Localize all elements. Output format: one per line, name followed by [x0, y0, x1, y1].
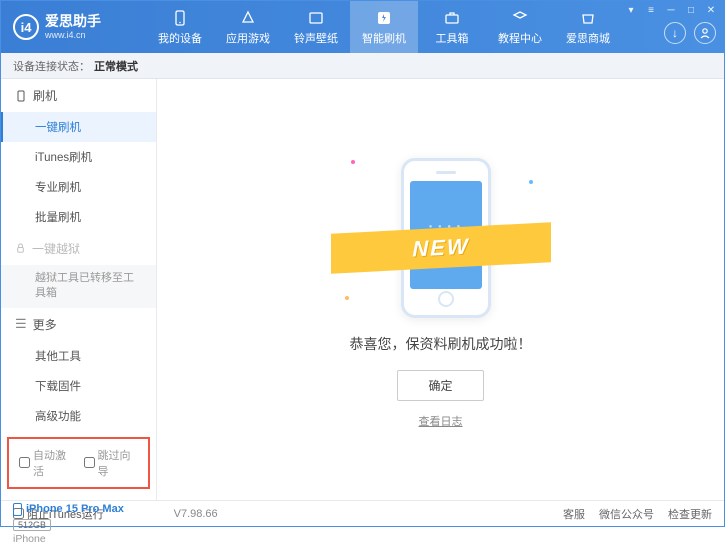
device-type: iPhone [13, 533, 144, 545]
menu-icon[interactable]: ≡ [644, 5, 658, 16]
more-icon: ☰ [15, 316, 27, 332]
app-header: ▾ ≡ ─ □ ✕ i4 爱思助手 www.i4.cn 我的设备 应用游戏 铃声… [1, 1, 724, 53]
sidebar-section-jailbreak[interactable]: 一键越狱 [1, 232, 156, 265]
nav-tutorials[interactable]: 教程中心 [486, 1, 554, 53]
body: 刷机 一键刷机 iTunes刷机 专业刷机 批量刷机 一键越狱 越狱工具已转移至… [1, 79, 724, 500]
section-label: 一键越狱 [32, 240, 80, 257]
success-illustration: ● ● ● ● ● ● ● ● NEW [341, 150, 541, 320]
nav-wallpaper[interactable]: 铃声壁纸 [282, 1, 350, 53]
device-storage: 512GB [13, 519, 51, 531]
cart-icon[interactable]: ▾ [624, 5, 638, 16]
sidebar-item-oneclick[interactable]: 一键刷机 [1, 112, 156, 142]
status-label: 设备连接状态： [13, 58, 90, 74]
main-content: ● ● ● ● ● ● ● ● NEW 恭喜您，保资料刷机成功啦！ 确定 查看日… [157, 79, 724, 500]
sidebar-item-advanced[interactable]: 高级功能 [1, 401, 156, 431]
phone-icon [13, 503, 22, 516]
logo[interactable]: i4 爱思助手 www.i4.cn [1, 14, 146, 40]
auto-activate-checkbox[interactable]: 自动激活 [19, 447, 74, 479]
new-banner: NEW [331, 222, 551, 274]
footer-support[interactable]: 客服 [563, 506, 585, 522]
app-url: www.i4.cn [45, 30, 101, 40]
nav-label: 铃声壁纸 [294, 30, 338, 46]
version-label: V7.98.66 [174, 508, 218, 520]
checkbox-input[interactable] [84, 457, 95, 468]
phone-icon [15, 90, 27, 102]
checkbox-input[interactable] [19, 457, 30, 468]
device-info[interactable]: iPhone 15 Pro Max 512GB iPhone [1, 495, 156, 553]
nav-toolbox[interactable]: 工具箱 [418, 1, 486, 53]
sidebar-item-firmware[interactable]: 下载固件 [1, 371, 156, 401]
jailbreak-note: 越狱工具已转移至工具箱 [1, 265, 156, 308]
nav-label: 我的设备 [158, 30, 202, 46]
nav-label: 智能刷机 [362, 30, 406, 46]
user-button[interactable] [694, 22, 716, 44]
nav-flash[interactable]: 智能刷机 [350, 1, 418, 53]
ok-button[interactable]: 确定 [397, 370, 483, 401]
banner-text: NEW [412, 233, 469, 262]
lock-icon [15, 243, 26, 254]
toolbox-icon [443, 9, 461, 27]
sidebar-item-itunes[interactable]: iTunes刷机 [1, 142, 156, 172]
app-title: 爱思助手 [45, 14, 101, 29]
checkbox-label: 跳过向导 [98, 447, 139, 479]
device-name: iPhone 15 Pro Max [26, 503, 124, 515]
sidebar-item-batch[interactable]: 批量刷机 [1, 202, 156, 232]
footer-wechat[interactable]: 微信公众号 [599, 506, 654, 522]
skip-guide-checkbox[interactable]: 跳过向导 [84, 447, 139, 479]
sidebar-section-flash[interactable]: 刷机 [1, 79, 156, 112]
section-label: 刷机 [33, 87, 57, 104]
section-label: 更多 [33, 316, 57, 333]
highlighted-options: 自动激活 跳过向导 [7, 437, 150, 489]
footer-update[interactable]: 检查更新 [668, 506, 712, 522]
logo-icon: i4 [13, 14, 39, 40]
sidebar-section-more[interactable]: ☰ 更多 [1, 308, 156, 341]
nav-apps[interactable]: 应用游戏 [214, 1, 282, 53]
nav-label: 应用游戏 [226, 30, 270, 46]
sidebar: 刷机 一键刷机 iTunes刷机 专业刷机 批量刷机 一键越狱 越狱工具已转移至… [1, 79, 157, 500]
flash-icon [375, 9, 393, 27]
view-log-link[interactable]: 查看日志 [419, 413, 463, 429]
main-nav: 我的设备 应用游戏 铃声壁纸 智能刷机 工具箱 教程中心 爱思商城 [146, 1, 622, 53]
status-bar: 设备连接状态： 正常模式 [1, 53, 724, 79]
nav-my-device[interactable]: 我的设备 [146, 1, 214, 53]
sidebar-item-other[interactable]: 其他工具 [1, 341, 156, 371]
tutorial-icon [511, 9, 529, 27]
status-value: 正常模式 [94, 58, 138, 74]
header-actions: ↓ [664, 1, 716, 53]
nav-label: 爱思商城 [566, 30, 610, 46]
success-message: 恭喜您，保资料刷机成功啦！ [350, 334, 532, 354]
nav-label: 教程中心 [498, 30, 542, 46]
checkbox-label: 自动激活 [33, 447, 74, 479]
download-button[interactable]: ↓ [664, 22, 686, 44]
nav-label: 工具箱 [436, 30, 469, 46]
device-icon [171, 9, 189, 27]
store-icon [579, 9, 597, 27]
apps-icon [239, 9, 257, 27]
nav-store[interactable]: 爱思商城 [554, 1, 622, 53]
wallpaper-icon [307, 9, 325, 27]
sidebar-item-pro[interactable]: 专业刷机 [1, 172, 156, 202]
